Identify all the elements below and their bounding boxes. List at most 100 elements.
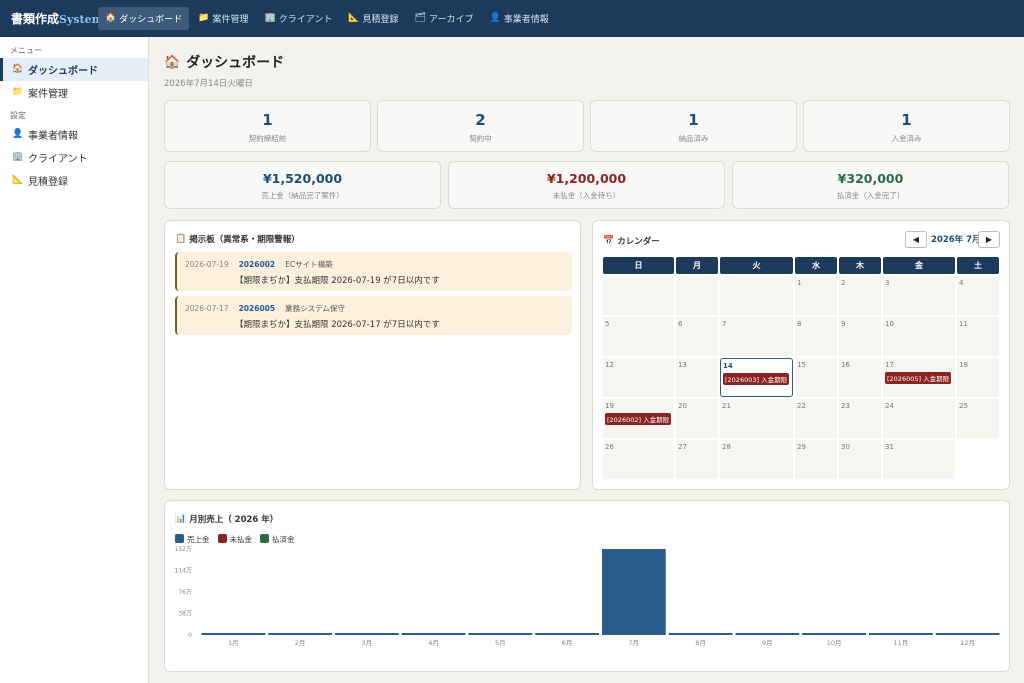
calendar-day-number: 6 [678,320,683,328]
bar-4[interactable] [401,633,466,635]
bulletin-board-panel: 📋 掲示板（異常系・期限警報） 2026-07-19 2026002 ECサイト構築… [164,220,581,490]
calendar-day-cell[interactable]: 17 [2026005] 入金期限 [883,358,955,397]
x-tick-label: 4月 [428,639,439,647]
bar-7[interactable] [602,549,666,635]
notice-code-link[interactable]: 2026002 [239,260,276,269]
bar-12[interactable] [935,633,1000,635]
app-brand[interactable]: 書類作成System [0,10,103,27]
nav-item-2[interactable]: 🏢 クライアント [257,7,339,30]
calendar-day-cell[interactable]: 20 [676,399,718,438]
nav-item-3[interactable]: 📐 見積登録 [341,7,405,30]
x-tick-label: 10月 [827,639,842,647]
calendar-day-number: 16 [841,361,850,369]
calendar-day-cell[interactable]: 12 [603,358,674,397]
nav-item-5[interactable]: 👤 事業者情報 [482,7,555,30]
calendar-day-cell[interactable]: 5 [603,317,674,356]
calendar-day-number: 18 [959,361,968,369]
calendar-day-cell[interactable]: 30 [839,440,881,479]
calendar-next-button[interactable]: ▶ [978,231,1000,248]
calendar-event[interactable]: [2026002] 入金期限 [605,413,672,425]
nav-item-1[interactable]: 📁 案件管理 [191,7,255,30]
calendar-day-cell[interactable]: 25 [957,399,999,438]
y-tick-label: 114万 [175,568,192,575]
calendar-day-cell[interactable]: 3 [883,276,955,315]
calendar-day-cell[interactable]: 14 [2026003] 入金期限 [720,358,793,397]
notice-item[interactable]: 2026-07-17 2026005 業務システム保守 【期限まぢか】支払期限 202… [175,296,572,335]
calendar-day-cell[interactable]: 1 [795,276,837,315]
bulletin-board-title-text: 掲示板（異常系・期限警報） [189,235,300,245]
calendar-day-cell[interactable]: 13 [676,358,718,397]
money-value: ¥1,520,000 [262,171,343,186]
x-tick-label: 7月 [629,639,640,647]
calendar-day-number: 22 [797,402,806,410]
sidebar-item-settings_items-0[interactable]: 👤 事業者情報 [0,123,148,146]
sidebar-item-menu_items-1[interactable]: 📁 案件管理 [0,81,148,104]
calendar-event[interactable]: [2026003] 入金期限 [723,373,790,385]
page-title: 🏠 ダッシュボード [164,52,284,72]
bar-2[interactable] [268,633,332,635]
calendar-day-cell[interactable]: 15 [795,358,837,397]
brand-main: 書類作成 [11,12,60,26]
nav-item-0[interactable]: 🏠 ダッシュボード [98,7,190,30]
calendar-day-cell[interactable]: 11 [957,317,999,356]
page-title-text: ダッシュボード [186,55,285,71]
sidebar-item-settings_items-2[interactable]: 📐 見積登録 [0,169,148,192]
building-icon: 🏢 [12,152,24,162]
notice-meta: 2026-07-19 2026002 ECサイト構築 [185,259,572,270]
calendar-day-number: 5 [605,320,610,328]
calendar-day-cell[interactable]: 16 [839,358,881,397]
calendar-weekday-header: 木 [839,257,881,274]
calendar-day-cell[interactable]: 22 [795,399,837,438]
calendar-day-cell[interactable]: 6 [676,317,718,356]
bar-3[interactable] [335,633,399,635]
house-icon: 🏠 [105,13,117,23]
bar-5[interactable] [468,633,533,635]
y-tick-label: 76万 [178,589,192,596]
calendar-day-cell[interactable]: 31 [883,440,955,479]
calendar-day-cell[interactable]: 18 [957,358,999,397]
person-icon: 👤 [489,13,501,23]
calendar-day-number: 25 [959,402,968,410]
calendar-day-cell[interactable]: 8 [795,317,837,356]
bar-10[interactable] [802,633,866,635]
notice-code-link[interactable]: 2026005 [239,304,276,313]
calendar-day-cell[interactable]: 21 [720,399,793,438]
calendar-day-cell[interactable]: 2 [839,276,881,315]
sidebar-item-settings_items-1[interactable]: 🏢 クライアント [0,146,148,169]
bar-1[interactable] [201,633,266,635]
x-tick-label: 6月 [562,639,573,647]
bar-9[interactable] [735,633,800,635]
bar-11[interactable] [869,633,933,635]
nav-item-4[interactable]: 🗂 アーカイブ [408,7,481,30]
calendar-day-number: 12 [605,361,614,369]
notice-item[interactable]: 2026-07-19 2026002 ECサイト構築 【期限まぢか】支払期限 2026… [175,252,572,291]
calendar-event[interactable]: [2026005] 入金期限 [885,372,952,384]
stat-label: 納品済み [678,134,709,143]
calendar-day-cell[interactable]: 26 [603,440,674,479]
calendar-prev-button[interactable]: ◀ [905,231,927,248]
calendar-day-cell[interactable]: 23 [839,399,881,438]
calendar-day-cell[interactable]: 28 [720,440,793,479]
bar-8[interactable] [668,633,733,635]
stat-value: 1 [262,111,273,129]
calendar-weekday-header: 月 [676,257,718,274]
calendar-day-cell[interactable]: 19 [2026002] 入金期限 [603,399,674,438]
calendar-day-cell[interactable]: 7 [720,317,793,356]
sidebar-item-menu_items-0[interactable]: 🏠 ダッシュボード [0,58,148,81]
bar-6[interactable] [535,633,599,635]
money-value: ¥1,200,000 [546,171,627,186]
calendar-day-cell[interactable]: 9 [839,317,881,356]
calendar-title-text: カレンダー [617,237,660,247]
sidebar-settings-heading: 設定 [10,111,26,120]
money-label: 売上金（納品完了案件） [261,191,344,200]
building-icon: 🏢 [264,13,276,23]
calendar-day-cell[interactable]: 4 [957,276,999,315]
calendar-day-cell[interactable]: 10 [883,317,955,356]
calendar-day-cell[interactable]: 27 [676,440,718,479]
nav-item-label: アーカイブ [429,15,474,25]
nav-item-label: 案件管理 [212,15,249,25]
calendar-day-cell[interactable]: 29 [795,440,837,479]
sidebar: メニュー 🏠 ダッシュボード 📁 案件管理 設定 👤 事業者情報 🏢 クライアント 📐 見積登録 [0,37,149,683]
calendar-empty-cell [720,276,793,315]
calendar-day-cell[interactable]: 24 [883,399,955,438]
